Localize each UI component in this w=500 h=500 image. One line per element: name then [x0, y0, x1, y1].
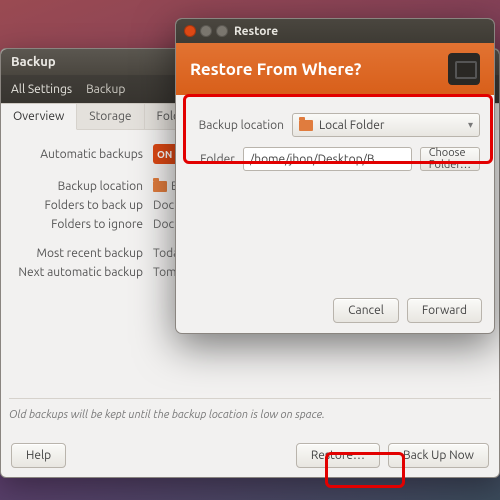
label-most-recent: Most recent backup [9, 247, 143, 260]
minimize-icon[interactable] [200, 25, 212, 37]
toggle-state: ON [157, 149, 172, 160]
title-text: Backup [11, 55, 56, 69]
tab-overview[interactable]: Overview [1, 104, 77, 130]
maximize-icon[interactable] [216, 25, 228, 37]
help-button[interactable]: Help [11, 443, 66, 468]
label-next-backup: Next automatic backup [9, 266, 143, 279]
safe-icon [448, 53, 480, 85]
tab-storage[interactable]: Storage [77, 104, 144, 130]
toolbar-all-settings[interactable]: All Settings [11, 83, 72, 96]
cancel-button[interactable]: Cancel [333, 298, 399, 323]
forward-button[interactable]: Forward [407, 298, 482, 323]
restore-footer: Cancel Forward [176, 287, 494, 333]
close-icon[interactable] [184, 25, 196, 37]
label-auto-backups: Automatic backups [9, 148, 143, 161]
restore-header: Restore From Where? [176, 43, 494, 95]
restore-title-text: Restore [234, 25, 278, 38]
restore-titlebar: Restore [176, 19, 494, 43]
backup-footer: Help Restore… Back Up Now [1, 433, 499, 477]
label-restore-folder: Folder [190, 153, 235, 166]
choose-folder-button[interactable]: Choose Folder… [420, 147, 480, 171]
backup-now-button[interactable]: Back Up Now [388, 443, 489, 468]
combo-backup-location[interactable]: Local Folder [292, 113, 480, 137]
combo-value: Local Folder [319, 119, 384, 132]
label-folders-ignore: Folders to ignore [9, 218, 143, 231]
folder-icon [153, 181, 167, 192]
label-folders-backup: Folders to back up [9, 199, 143, 212]
restore-button[interactable]: Restore… [296, 443, 380, 468]
label-backup-location: Backup location [9, 180, 143, 193]
restore-header-text: Restore From Where? [190, 60, 361, 79]
window-controls [184, 25, 228, 37]
folder-path-input[interactable] [243, 147, 412, 171]
label-restore-location: Backup location [190, 119, 284, 132]
restore-window: Restore Restore From Where? Backup locat… [175, 18, 495, 334]
folder-icon [299, 120, 313, 131]
note-old-backups: Old backups will be kept until the backu… [9, 398, 491, 421]
restore-body: Backup location Local Folder Folder Choo… [176, 95, 494, 199]
toolbar-backup[interactable]: Backup [86, 83, 125, 96]
